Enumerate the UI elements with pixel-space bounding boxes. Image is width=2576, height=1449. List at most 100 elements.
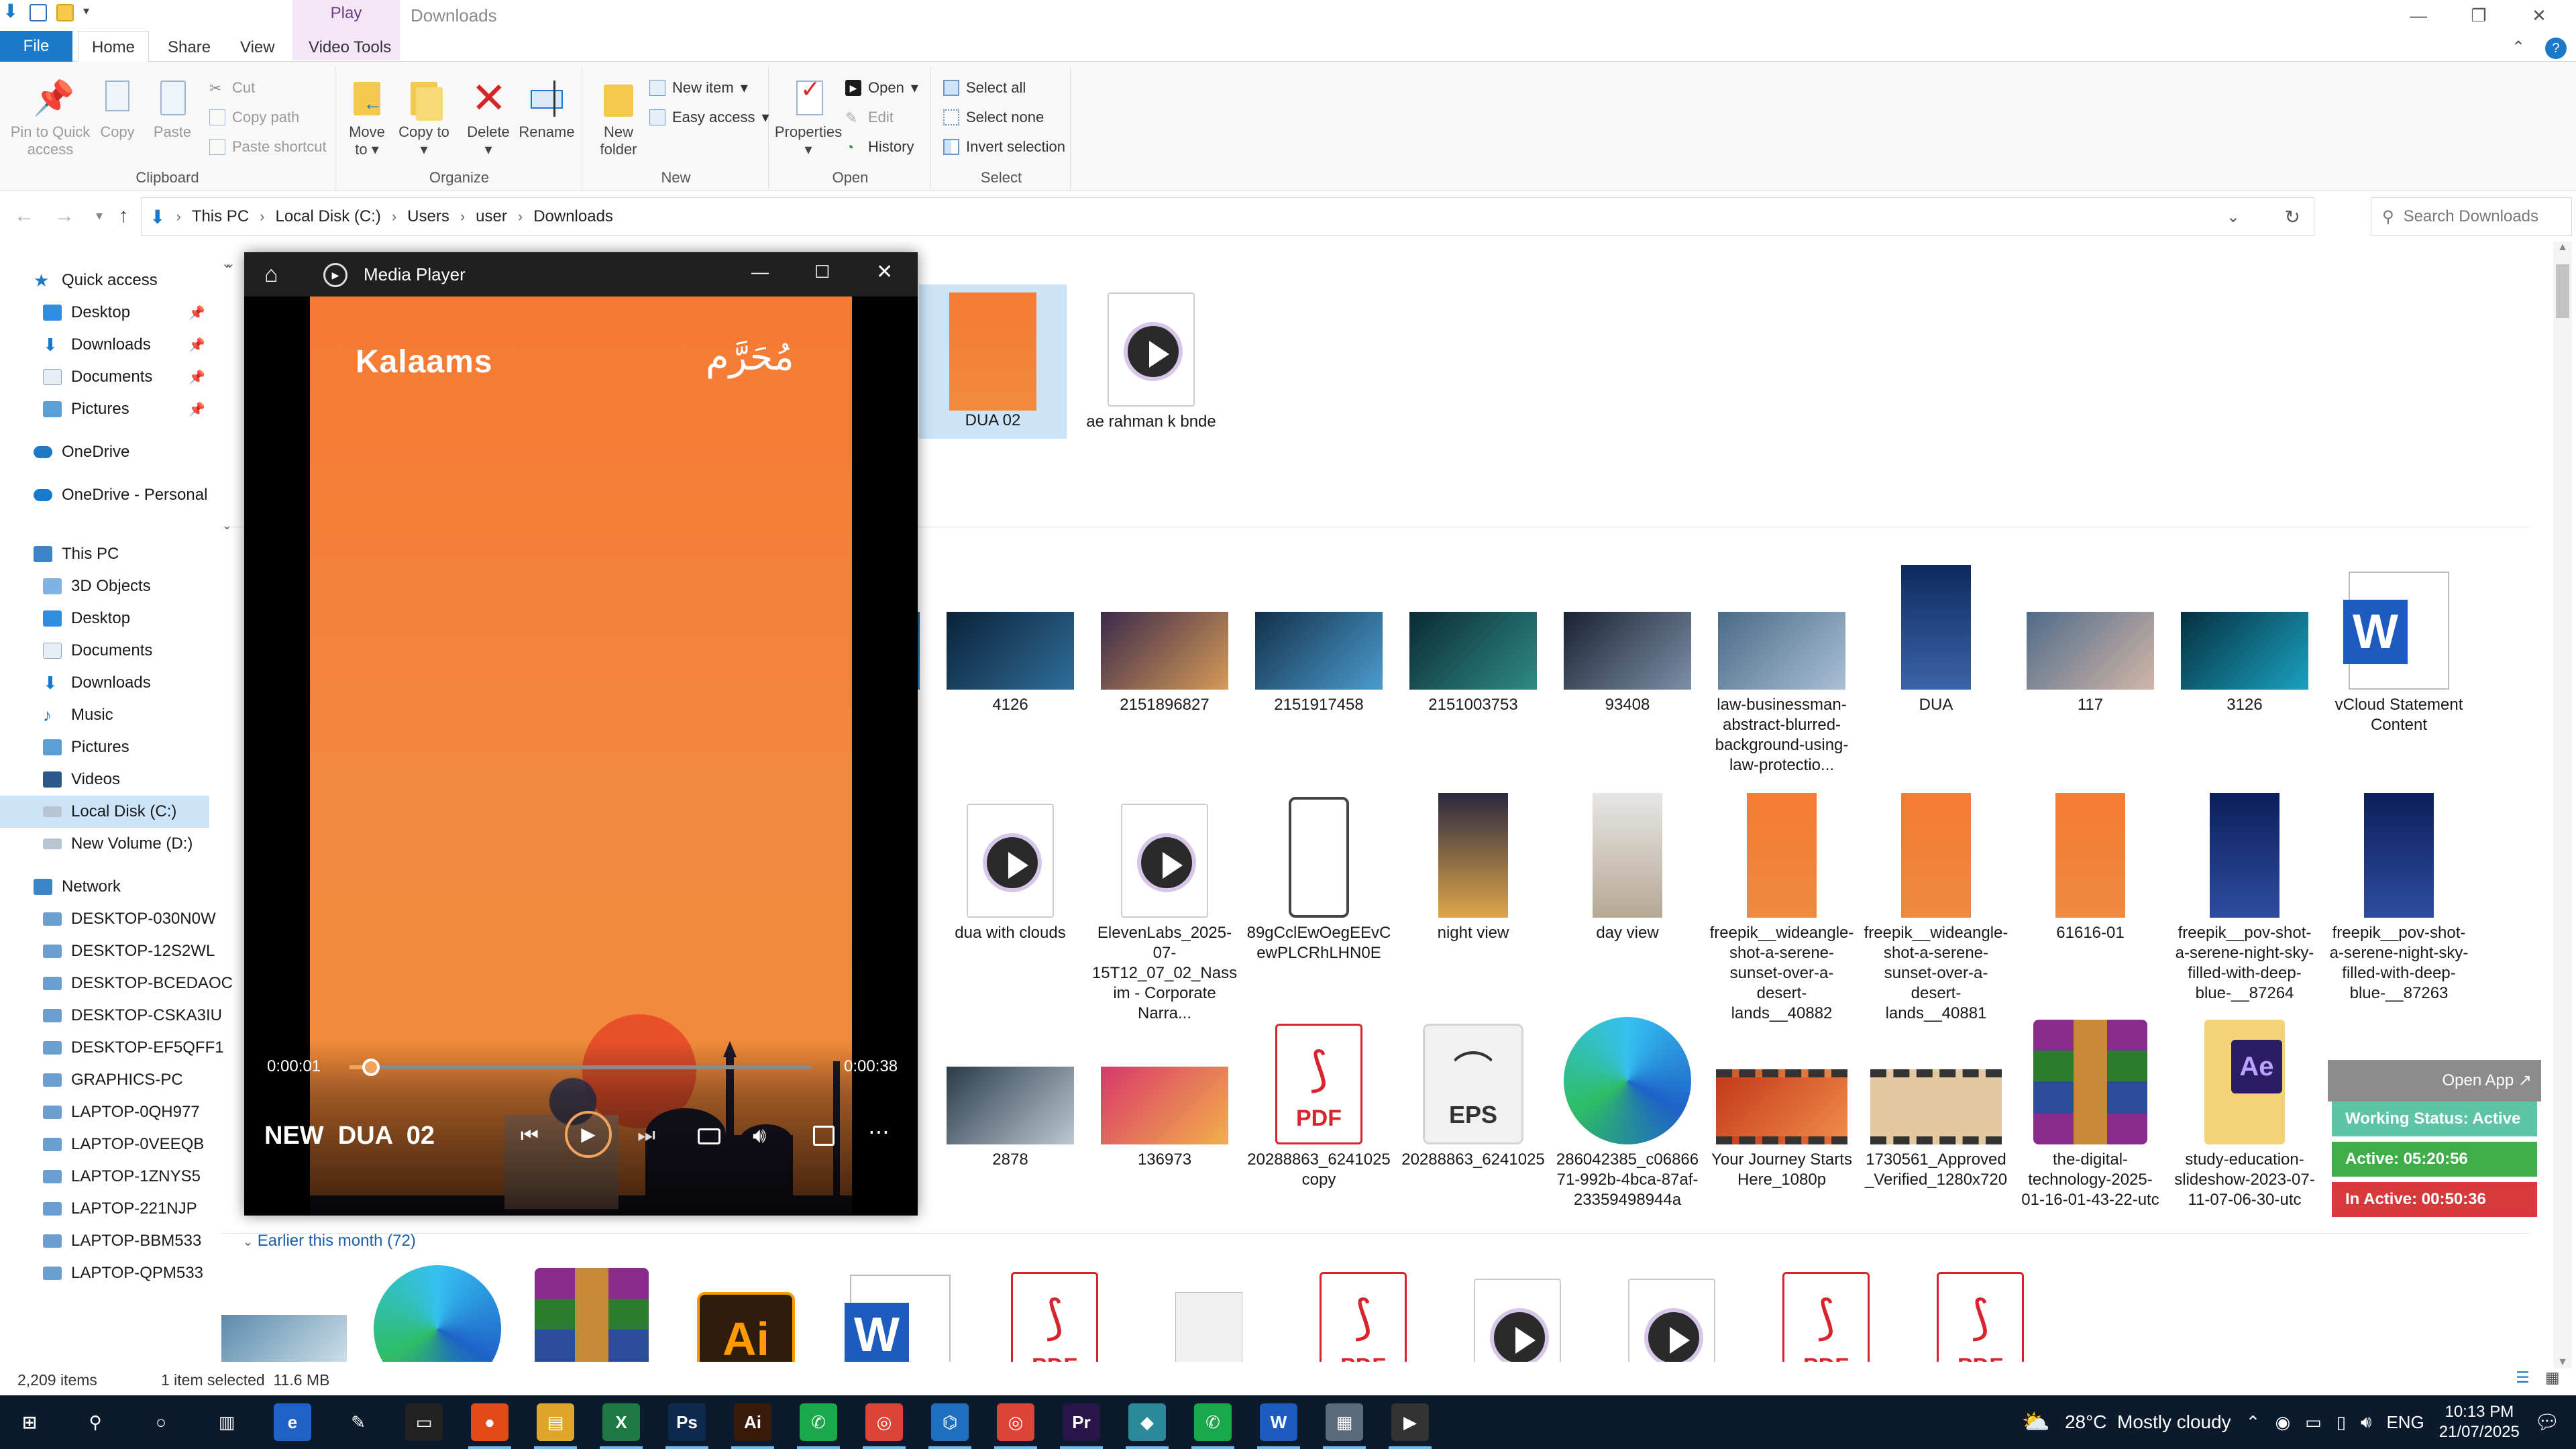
excel-icon[interactable]: X — [602, 1403, 640, 1441]
nav-network-computer[interactable]: LAPTOP-BBM533 — [0, 1225, 209, 1257]
tab-play[interactable]: Play — [292, 4, 400, 23]
file-tile[interactable]: ⟆PDF — [1289, 1261, 1437, 1362]
volume-icon[interactable]: 🔊︎ — [753, 1123, 766, 1148]
calculator-icon[interactable]: ▦ — [1326, 1403, 1363, 1441]
file-tile[interactable] — [1598, 1261, 1746, 1362]
file-tile[interactable]: 1730561_Approved_Verified_1280x720 — [1862, 1013, 2010, 1190]
paste-button[interactable]: Paste — [149, 78, 196, 141]
task-view-icon[interactable]: ▥ — [208, 1403, 246, 1441]
address-bar[interactable]: ⬇ › This PC › Local Disk (C:) › Users › … — [141, 197, 2314, 236]
file-tile[interactable]: ⟆ PDF 20288863_6241025 copy — [1245, 1013, 1393, 1190]
volume-tray-icon[interactable]: 🔊︎ — [2361, 1411, 2371, 1433]
properties-icon[interactable] — [30, 4, 47, 21]
tab-video-tools[interactable]: Video Tools — [309, 34, 391, 62]
file-tile[interactable]: 61616-01 — [2017, 786, 2164, 943]
rename-button[interactable]: Rename — [518, 78, 576, 141]
file-tile[interactable]: 4126 — [936, 558, 1084, 715]
nav-music[interactable]: ♪ Music — [0, 699, 209, 731]
up-arrow-icon[interactable]: ↑ — [109, 201, 138, 231]
weather-text[interactable]: 28°C Mostly cloudy — [2065, 1411, 2231, 1433]
file-tile[interactable]: DUA — [1862, 558, 2010, 715]
previous-icon[interactable]: ⏮ — [521, 1124, 539, 1147]
tab-view[interactable]: View — [240, 34, 275, 62]
nav-network-computer[interactable]: DESKTOP-CSKA3IU — [0, 1000, 222, 1032]
file-tile[interactable] — [518, 1261, 665, 1362]
nav-network-computer[interactable]: LAPTOP-0QH977 — [0, 1096, 209, 1128]
file-tile[interactable]: ElevenLabs_2025-07-15T12_07_02_Nassim - … — [1091, 786, 1238, 1024]
select-none-button[interactable]: Select none — [943, 109, 1044, 126]
copy-path-button[interactable]: Copy path — [209, 109, 299, 126]
nav-network-computer[interactable]: DESKTOP-EF5QFF1 — [0, 1032, 224, 1064]
edge-icon[interactable]: e — [274, 1403, 311, 1441]
invert-selection-button[interactable]: Invert selection — [943, 138, 1065, 156]
miniplayer-icon[interactable] — [813, 1126, 835, 1146]
new-item-button[interactable]: New item ▾ — [649, 79, 748, 97]
nav-onedrive-personal[interactable]: OneDrive - Personal — [0, 479, 209, 511]
file-tile[interactable]: ⟆PDF — [1752, 1261, 1900, 1362]
file-tile[interactable]: freepik__wideangle-shot-a-serene-sunset-… — [1862, 786, 2010, 1024]
scroll-down-icon[interactable]: ▼ — [2553, 1356, 2572, 1368]
photoshop-icon[interactable]: Ps — [668, 1403, 706, 1441]
properties-button[interactable]: ✓ Properties ▾ — [773, 77, 844, 158]
nav-this-pc[interactable]: This PC — [0, 538, 209, 570]
downloads-arrow-icon[interactable]: ⬇ — [3, 2, 20, 21]
large-icons-view-icon[interactable]: ▦ — [2545, 1368, 2560, 1387]
premiere-icon[interactable]: Pr — [1063, 1403, 1100, 1441]
new-folder-icon[interactable] — [56, 4, 74, 21]
tray-chevron-icon[interactable]: ⌃ — [2246, 1412, 2261, 1433]
file-tile[interactable] — [221, 1261, 357, 1362]
vertical-scrollbar[interactable]: ▲ ▼ — [2553, 241, 2572, 1368]
nav-documents[interactable]: Documents — [0, 635, 209, 667]
notifications-icon[interactable]: 💬︎ — [2534, 1411, 2560, 1434]
nav-network[interactable]: Network — [0, 871, 209, 903]
file-explorer-icon[interactable]: ▤ — [537, 1403, 574, 1441]
nav-desktop[interactable]: Desktop — [0, 602, 209, 635]
scroll-thumb[interactable] — [2556, 264, 2569, 318]
nav-network-computer[interactable]: LAPTOP-QPM533 — [0, 1257, 209, 1289]
file-tile[interactable]: the-digital-technology-2025-01-16-01-43-… — [2017, 1013, 2164, 1210]
file-tile[interactable]: 2151917458 — [1245, 558, 1393, 715]
breadcrumb-users[interactable]: Users — [407, 207, 449, 226]
easy-access-button[interactable]: Easy access ▾ — [649, 109, 769, 126]
seek-bar[interactable] — [349, 1059, 812, 1076]
details-view-icon[interactable]: ☰ — [2516, 1368, 2530, 1387]
file-tile[interactable]: 89gCclEwOegEEvCewPLCRhLHN0E — [1245, 786, 1393, 963]
move-to-button[interactable]: ← Move to ▾ — [343, 78, 390, 158]
forward-arrow-icon[interactable]: → — [50, 201, 79, 231]
nav-videos[interactable]: Videos — [0, 763, 209, 796]
language-indicator[interactable]: ENG — [2386, 1412, 2424, 1433]
nav-3d-objects[interactable]: 3D Objects — [0, 570, 209, 602]
collapse-ribbon-icon[interactable]: ⌃ — [2512, 34, 2525, 62]
nav-network-computer[interactable]: DESKTOP-BCEDAOC — [0, 967, 233, 1000]
file-tile[interactable]: 3126 — [2171, 558, 2318, 715]
start-icon[interactable]: ⊞ — [11, 1403, 48, 1441]
file-tile[interactable]: 136973 — [1091, 1013, 1238, 1170]
file-tile[interactable] — [1135, 1261, 1283, 1362]
app-notification-icon[interactable]: ● — [471, 1403, 508, 1441]
seek-thumb[interactable] — [362, 1059, 380, 1076]
clock[interactable]: 10:13 PM 21/07/2025 — [2439, 1402, 2520, 1442]
back-arrow-icon[interactable]: ← — [9, 201, 39, 231]
file-tile[interactable]: ⟆PDF — [981, 1261, 1128, 1362]
nav-new-volume-d[interactable]: New Volume (D:) — [0, 828, 209, 860]
file-tile[interactable]: night view — [1399, 786, 1547, 943]
display-icon[interactable]: ▭ — [2305, 1412, 2322, 1433]
file-tile[interactable]: 2151003753 — [1399, 558, 1547, 715]
nav-quick-documents[interactable]: Documents 📌 — [0, 361, 209, 393]
refresh-icon[interactable]: ↻ — [2285, 206, 2300, 228]
edit-button[interactable]: ✎ Edit — [845, 109, 894, 126]
nav-downloads[interactable]: ⬇ Downloads — [0, 667, 209, 699]
tab-home[interactable]: Home — [78, 31, 149, 63]
file-tile-selected[interactable]: DUA 02 — [919, 284, 1067, 439]
more-options-icon[interactable]: ⋯ — [868, 1119, 890, 1144]
file-tile[interactable]: 117 — [2017, 558, 2164, 715]
illustrator-icon[interactable]: Ai — [734, 1403, 771, 1441]
file-tile[interactable]: dua with clouds — [936, 786, 1084, 943]
cortana-icon[interactable]: ○ — [142, 1403, 180, 1441]
address-dropdown-icon[interactable]: ⌄ — [2226, 207, 2240, 227]
nav-network-computer[interactable]: DESKTOP-12S2WL — [0, 935, 215, 967]
mp-close-icon[interactable]: ✕ — [876, 260, 893, 284]
help-icon[interactable]: ? — [2545, 38, 2567, 59]
play-button[interactable]: ▶ — [565, 1111, 612, 1158]
cut-button[interactable]: ✂ Cut — [209, 79, 255, 97]
